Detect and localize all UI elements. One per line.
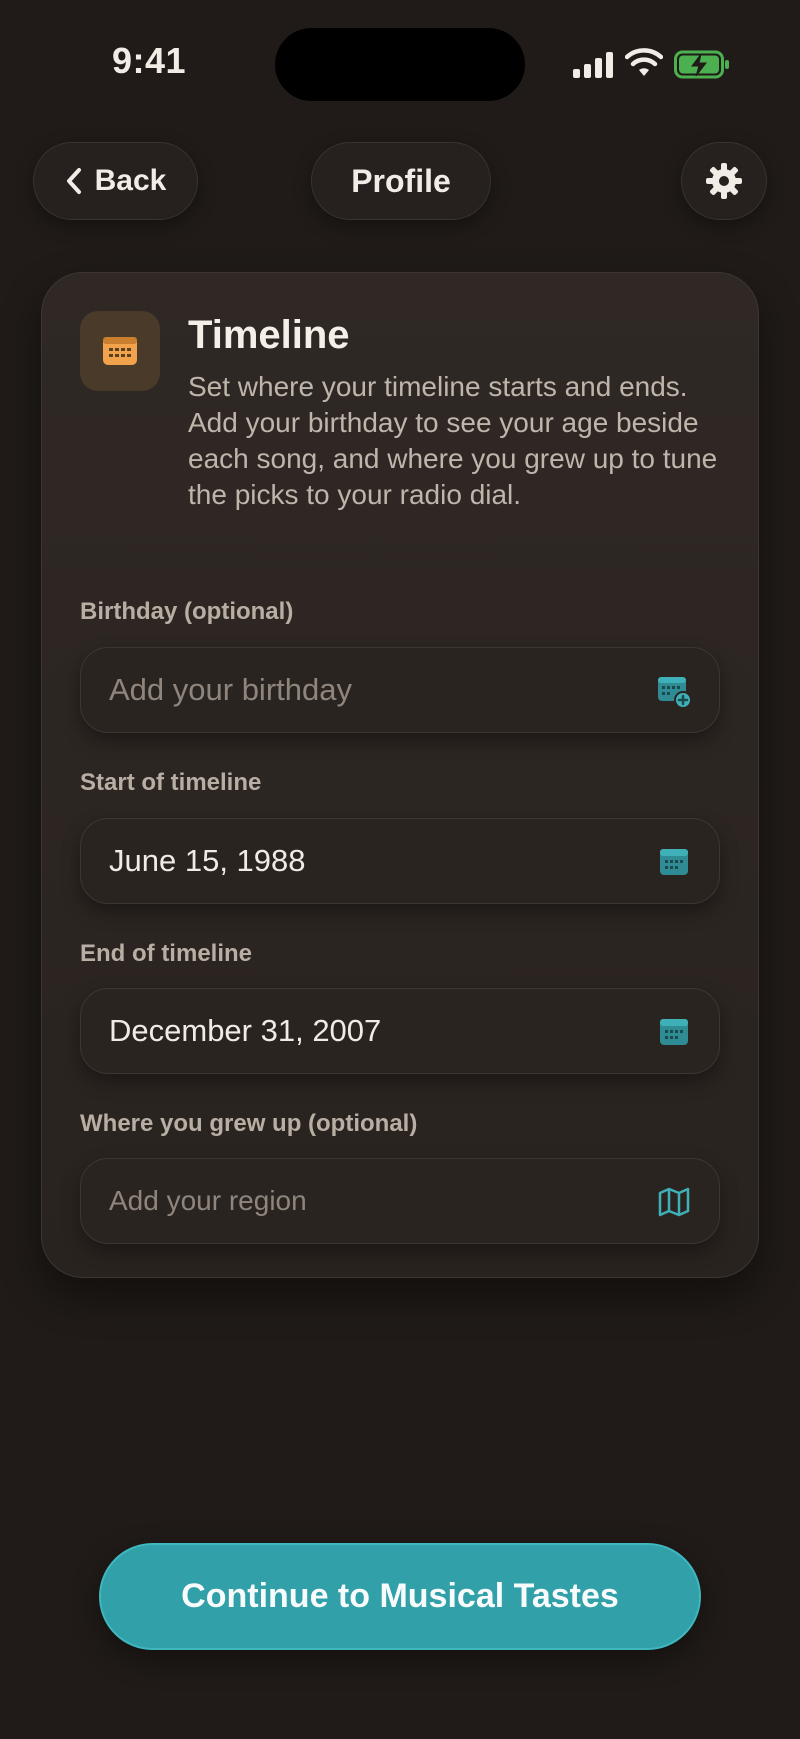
back-button[interactable]: Back xyxy=(33,142,198,220)
start-label: Start of timeline xyxy=(80,769,262,796)
map-icon xyxy=(658,1187,690,1217)
region-placeholder: Add your region xyxy=(109,1185,307,1216)
wifi-icon xyxy=(625,48,663,76)
birthday-placeholder: Add your birthday xyxy=(109,672,352,707)
dynamic-island xyxy=(275,28,525,101)
chevron-left-icon xyxy=(66,168,81,194)
status-bar: 9:41 xyxy=(0,0,800,130)
birthday-field[interactable]: Add your birthday xyxy=(80,647,720,733)
end-date-value: December 31, 2007 xyxy=(109,1013,382,1048)
timeline-card: Timeline Set where your timeline starts … xyxy=(41,272,759,1278)
calendar-icon xyxy=(80,311,160,391)
gear-icon xyxy=(706,163,742,199)
battery-charging-icon xyxy=(674,50,729,79)
settings-button[interactable] xyxy=(681,142,767,220)
continue-button[interactable]: Continue to Musical Tastes xyxy=(99,1543,701,1650)
birthday-label: Birthday (optional) xyxy=(80,598,294,625)
end-label: End of timeline xyxy=(80,940,253,967)
calendar-icon xyxy=(660,849,688,875)
signal-icon xyxy=(573,52,613,78)
card-title: Timeline xyxy=(188,313,350,357)
calendar-icon xyxy=(660,1019,688,1045)
status-time: 9:41 xyxy=(112,40,187,81)
calendar-add-icon xyxy=(658,677,691,708)
back-label: Back xyxy=(94,164,167,197)
page-title: Profile xyxy=(311,142,491,220)
card-description: Set where your timeline starts and ends.… xyxy=(188,371,718,510)
end-date-field[interactable]: December 31, 2007 xyxy=(80,988,720,1074)
region-field[interactable]: Add your region xyxy=(80,1158,720,1244)
region-label: Where you grew up (optional) xyxy=(80,1110,418,1137)
start-date-field[interactable]: June 15, 1988 xyxy=(80,818,720,904)
start-date-value: June 15, 1988 xyxy=(109,843,306,878)
